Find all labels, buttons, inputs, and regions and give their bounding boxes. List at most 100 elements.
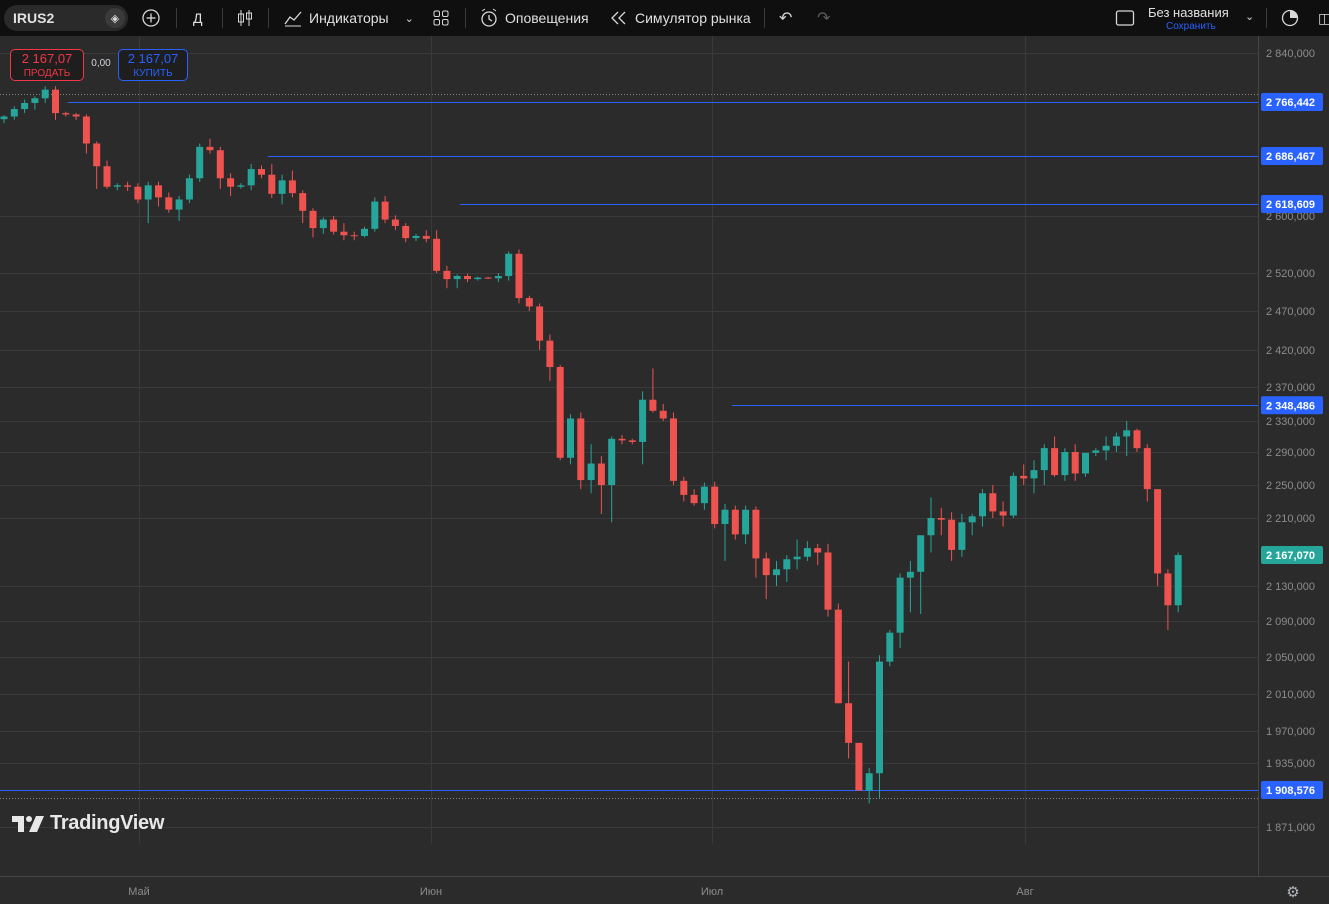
replay-button[interactable]: Симулятор рынка <box>609 0 751 36</box>
candle-body <box>546 340 554 368</box>
candle-body <box>185 178 193 200</box>
last-price-label: 2 167,070 <box>1266 550 1315 562</box>
candle-body <box>103 166 111 187</box>
chevron-down-icon[interactable]: ⌄ <box>405 12 414 25</box>
candle-body <box>1092 450 1100 453</box>
candle-body <box>989 493 997 512</box>
candle-body <box>1143 448 1151 490</box>
price-axis-tick-label: 1 970,000 <box>1266 726 1315 738</box>
candle-body <box>175 199 183 210</box>
alerts-button[interactable]: Оповещения <box>479 0 589 36</box>
interval-label: Д <box>193 10 203 26</box>
candle-body <box>464 276 471 280</box>
candle-body <box>855 742 863 791</box>
candle-body <box>968 516 976 523</box>
candle-body <box>93 143 101 167</box>
candle-body <box>556 367 564 458</box>
candlestick-chart[interactable]: 2 840,0002 600,0002 520,0002 470,0002 42… <box>0 36 1329 904</box>
layout-button[interactable] <box>1115 0 1135 36</box>
candle-body <box>319 219 327 229</box>
candle-body <box>165 197 173 210</box>
candle-body <box>793 556 801 560</box>
candle-body <box>258 169 265 175</box>
candle-body <box>958 522 966 550</box>
candle-body <box>41 89 49 99</box>
candle-body <box>72 114 80 117</box>
price-axis-tick-label: 2 420,000 <box>1266 345 1315 357</box>
price-axis-tick-label: 2 250,000 <box>1266 480 1315 492</box>
add-symbol-icon <box>142 9 160 27</box>
level-price-label: 2 686,467 <box>1266 151 1315 163</box>
candle-body <box>577 418 585 481</box>
candle-body <box>10 109 18 117</box>
candle-body <box>216 150 224 179</box>
add-symbol-button[interactable] <box>141 0 161 36</box>
candle-body <box>371 201 379 229</box>
settings-icon[interactable]: ⚙ <box>1284 884 1302 902</box>
candle-body <box>814 548 822 553</box>
symbol-name: IRUS2 <box>13 10 55 26</box>
symbol-search-button[interactable]: IRUS2 ◈ <box>4 5 128 31</box>
candle-body <box>803 548 811 557</box>
indicators-icon <box>284 11 302 27</box>
quick-search-button[interactable] <box>1280 0 1300 36</box>
buy-button[interactable]: 2 167,07 КУПИТЬ <box>118 49 188 81</box>
alerts-label: Оповещения <box>505 10 589 26</box>
candle-body <box>474 277 482 280</box>
chart-type-button[interactable] <box>236 0 254 36</box>
toolbar-divider <box>465 8 466 28</box>
candle-body <box>700 486 708 504</box>
replay-label: Симулятор рынка <box>635 10 751 26</box>
candle-body <box>525 298 533 307</box>
templates-button[interactable] <box>432 0 450 36</box>
price-axis-tick-label: 2 840,000 <box>1266 48 1315 60</box>
candle-body <box>670 418 677 481</box>
candle-body <box>113 185 121 187</box>
layout-name: Без названия <box>1148 5 1229 20</box>
sell-button[interactable]: 2 167,07 ПРОДАТЬ <box>10 49 84 81</box>
search-icon <box>1281 9 1299 27</box>
candle-body <box>21 102 29 110</box>
candle-body <box>62 113 70 115</box>
candle-body <box>608 438 616 485</box>
candle-body <box>896 577 904 633</box>
candle-body <box>309 210 317 229</box>
candle-body <box>979 493 986 517</box>
candle-body <box>937 518 945 520</box>
candle-body <box>649 399 657 411</box>
candle-body <box>278 180 286 194</box>
candle-body <box>433 238 441 271</box>
candle-body <box>690 494 698 504</box>
save-layout-button[interactable]: Без названия Сохранить ⌄ <box>1148 4 1254 32</box>
price-axis-tick-label: 1 871,000 <box>1266 822 1315 834</box>
chevron-down-icon[interactable]: ⌄ <box>1245 10 1254 23</box>
candle-body <box>762 558 770 576</box>
candle-body <box>412 235 420 239</box>
screenshot-button[interactable]: ◫ <box>1318 0 1329 36</box>
time-axis-label: Июл <box>701 886 723 898</box>
candle-body <box>597 463 605 485</box>
candle-body <box>742 509 750 535</box>
interval-button[interactable]: Д <box>193 0 202 36</box>
undo-button[interactable]: ↶ <box>779 0 792 36</box>
candle-body <box>196 146 204 179</box>
candle-body <box>155 185 162 198</box>
candle-body <box>999 511 1007 516</box>
tradingview-logo[interactable]: TradingView <box>12 812 164 835</box>
candle-body <box>927 518 935 536</box>
candle-body <box>124 185 132 187</box>
indicators-button[interactable]: Индикаторы ⌄ <box>283 0 414 36</box>
symbol-search-icon[interactable]: ◈ <box>105 8 125 28</box>
redo-button[interactable]: ↷ <box>817 0 830 36</box>
candle-body <box>824 552 832 610</box>
candle-body <box>443 270 451 280</box>
candle-body <box>628 440 636 442</box>
candle-body <box>834 609 842 704</box>
candle-body <box>391 219 399 226</box>
candle-body <box>268 174 276 194</box>
templates-icon <box>433 10 449 26</box>
chart-area[interactable]: 2 840,000 2 600,000 2 520,000 2 470,000 2 42… <box>0 36 1329 904</box>
toolbar-divider <box>1266 8 1267 28</box>
price-axis-tick-label: 2 130,000 <box>1266 581 1315 593</box>
candle-body <box>567 418 574 458</box>
